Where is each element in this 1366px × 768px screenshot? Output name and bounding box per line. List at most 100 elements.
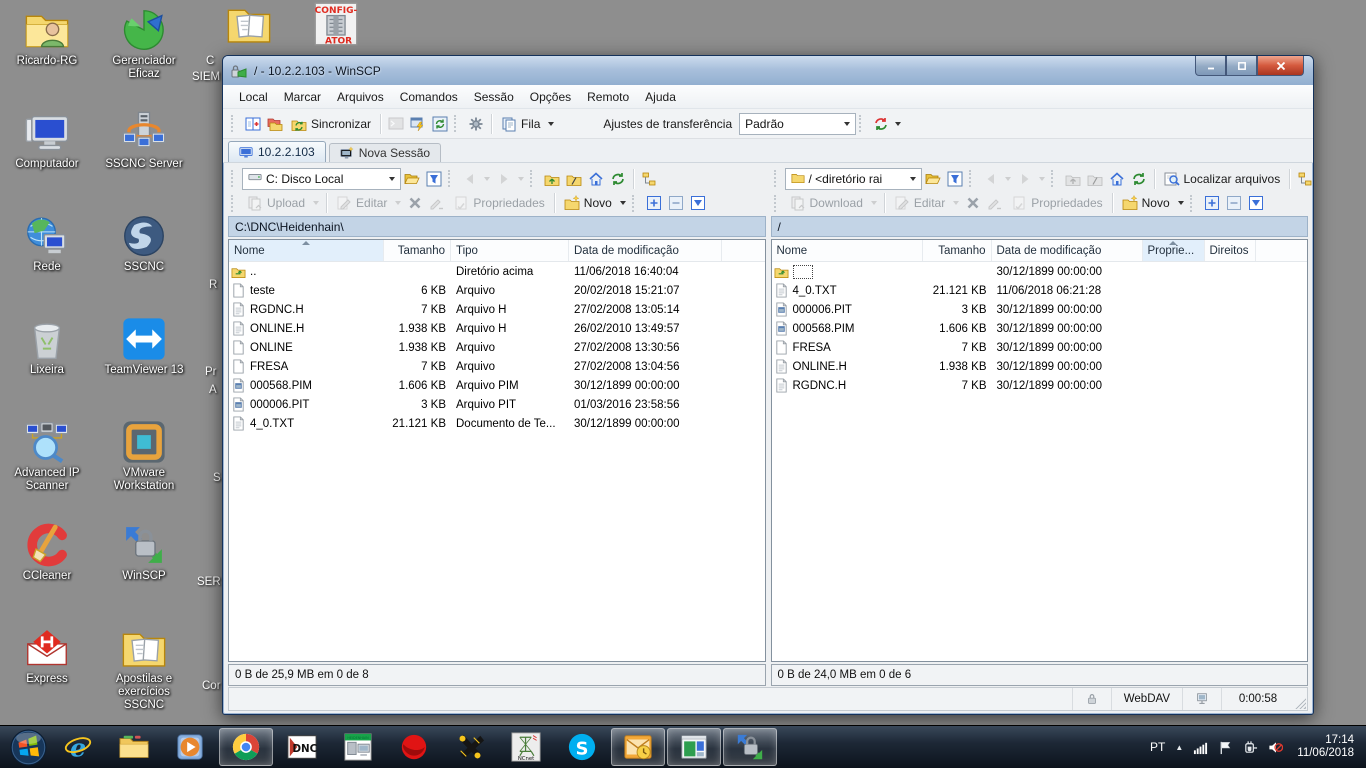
windows-explorer-taskbar-button[interactable] <box>107 728 161 766</box>
file-row-RGDNC.H[interactable]: RGDNC.H7 KBArquivo H27/02/2008 13:05:14 <box>229 300 765 319</box>
menu-marcar[interactable]: Marcar <box>276 87 329 107</box>
desktop-icon-ricardo-rg[interactable]: Ricardo-RG <box>2 8 92 68</box>
column-header-date[interactable]: Data de modificação <box>569 240 722 261</box>
local-drive-combo[interactable]: C: Disco Local <box>242 168 401 190</box>
transfer-settings-icon[interactable] <box>870 113 892 135</box>
skype-taskbar-button[interactable]: S <box>555 728 609 766</box>
open-terminal-icon[interactable] <box>407 113 429 135</box>
file-row-000568.PIM[interactable]: 000568.PIM1.606 KBArquivo PIM30/12/1899 … <box>229 376 765 395</box>
desktop-icon-ccleaner[interactable]: CCleaner <box>2 523 92 583</box>
toolbar-grip[interactable] <box>231 115 237 132</box>
minimize-button[interactable] <box>1195 56 1226 76</box>
column-header-size[interactable]: Tamanho <box>384 240 451 261</box>
parent-directory-icon[interactable] <box>541 168 563 190</box>
home-directory-icon[interactable] <box>585 168 607 190</box>
desktop-icon-sscnc[interactable]: SSCNC <box>99 214 189 274</box>
forward-icon[interactable] <box>493 168 515 190</box>
session-tab-new[interactable]: Nova Sessão <box>329 143 441 162</box>
file-row-4_0.TXT[interactable]: 4_0.TXT21.121 KBDocumento de Te...30/12/… <box>229 414 765 433</box>
toolbar-grip[interactable] <box>859 115 865 132</box>
queue-button[interactable]: Fila <box>496 114 545 134</box>
panel-layout-icon[interactable] <box>242 113 264 135</box>
column-header-props[interactable]: Proprie... <box>1143 240 1205 261</box>
refresh-icon[interactable] <box>1128 168 1150 190</box>
selection-filter-icon[interactable] <box>687 192 709 214</box>
edit-button[interactable]: Editar <box>889 193 950 213</box>
open-directory-icon[interactable] <box>922 168 944 190</box>
refresh-icon[interactable] <box>607 168 629 190</box>
chrome-taskbar-button[interactable] <box>219 728 273 766</box>
titlebar[interactable]: / - 10.2.2.103 - WinSCP <box>223 56 1313 85</box>
internet-explorer-taskbar-button[interactable]: e <box>51 728 105 766</box>
red-sphere-taskbar-button[interactable] <box>387 728 441 766</box>
action-center-flag-icon[interactable] <box>1218 740 1233 755</box>
back-icon[interactable] <box>980 168 1002 190</box>
desktop-icon-express[interactable]: Express <box>2 626 92 686</box>
forward-icon[interactable] <box>1014 168 1036 190</box>
close-button[interactable] <box>1257 56 1304 76</box>
maximize-button[interactable] <box>1226 56 1257 76</box>
tree-toggle-icon[interactable] <box>1294 168 1316 190</box>
desktop-icon-winscp[interactable]: WinSCP <box>99 523 189 583</box>
file-row-RGDNC.H[interactable]: RGDNC.H7 KB30/12/1899 00:00:00 <box>772 376 1308 395</box>
network-signal-icon[interactable] <box>1193 740 1208 755</box>
desktop-icon-folder-docs[interactable] <box>224 2 274 46</box>
column-header-rights[interactable]: Direitos <box>1205 240 1256 261</box>
file-row-000006.PIT[interactable]: 000006.PIT3 KB30/12/1899 00:00:00 <box>772 300 1308 319</box>
transfer-preset-combo[interactable]: Padrão <box>739 113 856 135</box>
preferences-gear-icon[interactable] <box>465 113 487 135</box>
properties-button[interactable]: Propriedades <box>448 193 549 213</box>
volume-muted-icon[interactable] <box>1268 740 1283 755</box>
filter-icon[interactable] <box>944 168 966 190</box>
home-directory-icon[interactable] <box>1106 168 1128 190</box>
language-indicator[interactable]: PT <box>1150 740 1165 754</box>
open-directory-icon[interactable] <box>401 168 423 190</box>
rename-icon[interactable] <box>426 192 448 214</box>
remote-directory-combo[interactable]: / <diretório rai <box>785 168 922 190</box>
upload-button[interactable]: Upload <box>242 193 310 213</box>
menu-comandos[interactable]: Comandos <box>392 87 466 107</box>
heidenhain-taskbar-button[interactable]: HEIDENHAIN <box>331 728 385 766</box>
toolbar-grip[interactable] <box>454 115 460 132</box>
selection-filter-icon[interactable] <box>1245 192 1267 214</box>
session-tab-connection[interactable]: 10.2.2.103 <box>228 141 326 162</box>
file-row-FRESA[interactable]: FRESA7 KBArquivo27/02/2008 13:04:56 <box>229 357 765 376</box>
root-directory-icon[interactable] <box>1084 168 1106 190</box>
menu-local[interactable]: Local <box>231 87 276 107</box>
column-header-name[interactable]: Nome <box>229 240 384 261</box>
select-icon[interactable] <box>1201 192 1223 214</box>
menu-opções[interactable]: Opções <box>522 87 579 107</box>
new-button[interactable]: Novo <box>559 193 617 213</box>
console-icon[interactable] <box>385 113 407 135</box>
file-row-ONLINE.H[interactable]: ONLINE.H1.938 KBArquivo H26/02/2010 13:4… <box>229 319 765 338</box>
file-row-parent-directory[interactable]: 30/12/1899 00:00:00 <box>772 262 1308 281</box>
tray-expand-icon[interactable]: ▲ <box>1175 743 1183 752</box>
protocol-label[interactable]: WebDAV <box>1111 688 1182 710</box>
parent-directory-icon[interactable] <box>1062 168 1084 190</box>
desktop-icon-teamviewer-13[interactable]: TeamViewer 13 <box>99 317 189 377</box>
new-button[interactable]: Novo <box>1117 193 1175 213</box>
local-path-bar[interactable]: C:\DNC\Heidenhain\ <box>228 216 766 237</box>
desktop-icon-sscnc-server[interactable]: SSCNC Server <box>99 111 189 171</box>
remote-path-bar[interactable]: / <box>771 216 1309 237</box>
power-plug-icon[interactable] <box>1243 740 1258 755</box>
unselect-icon[interactable] <box>1223 192 1245 214</box>
file-row-000568.PIM[interactable]: 000568.PIM1.606 KB30/12/1899 00:00:00 <box>772 319 1308 338</box>
start-button[interactable] <box>6 726 50 768</box>
file-row-000006.PIT[interactable]: 000006.PIT3 KBArquivo PIT01/03/2016 23:5… <box>229 395 765 414</box>
desktop-icon-gerenciador-eficaz[interactable]: Gerenciador Eficaz <box>99 8 189 81</box>
combo-caret[interactable] <box>844 122 850 126</box>
menu-ajuda[interactable]: Ajuda <box>637 87 684 107</box>
desktop-icon-apostilas-e-exerc-cios-sscnc[interactable]: Apostilas e exercícios SSCNC <box>99 626 189 712</box>
desktop-icon-rede[interactable]: Rede <box>2 214 92 274</box>
menu-remoto[interactable]: Remoto <box>579 87 637 107</box>
file-row-..[interactable]: ..Diretório acima11/06/2018 16:40:04 <box>229 262 765 281</box>
delete-icon[interactable] <box>404 192 426 214</box>
clock[interactable]: 17:14 11/06/2018 <box>1297 734 1354 761</box>
download-button[interactable]: Download <box>785 193 868 213</box>
ncnet-taskbar-button[interactable]: NCnet <box>499 728 553 766</box>
edit-button[interactable]: Editar <box>331 193 392 213</box>
desktop-icon-configator[interactable]: CONFIG-ATOR <box>311 2 361 46</box>
desktop-icon-computador[interactable]: Computador <box>2 111 92 171</box>
file-row-4_0.TXT[interactable]: 4_0.TXT21.121 KB11/06/2018 06:21:28 <box>772 281 1308 300</box>
